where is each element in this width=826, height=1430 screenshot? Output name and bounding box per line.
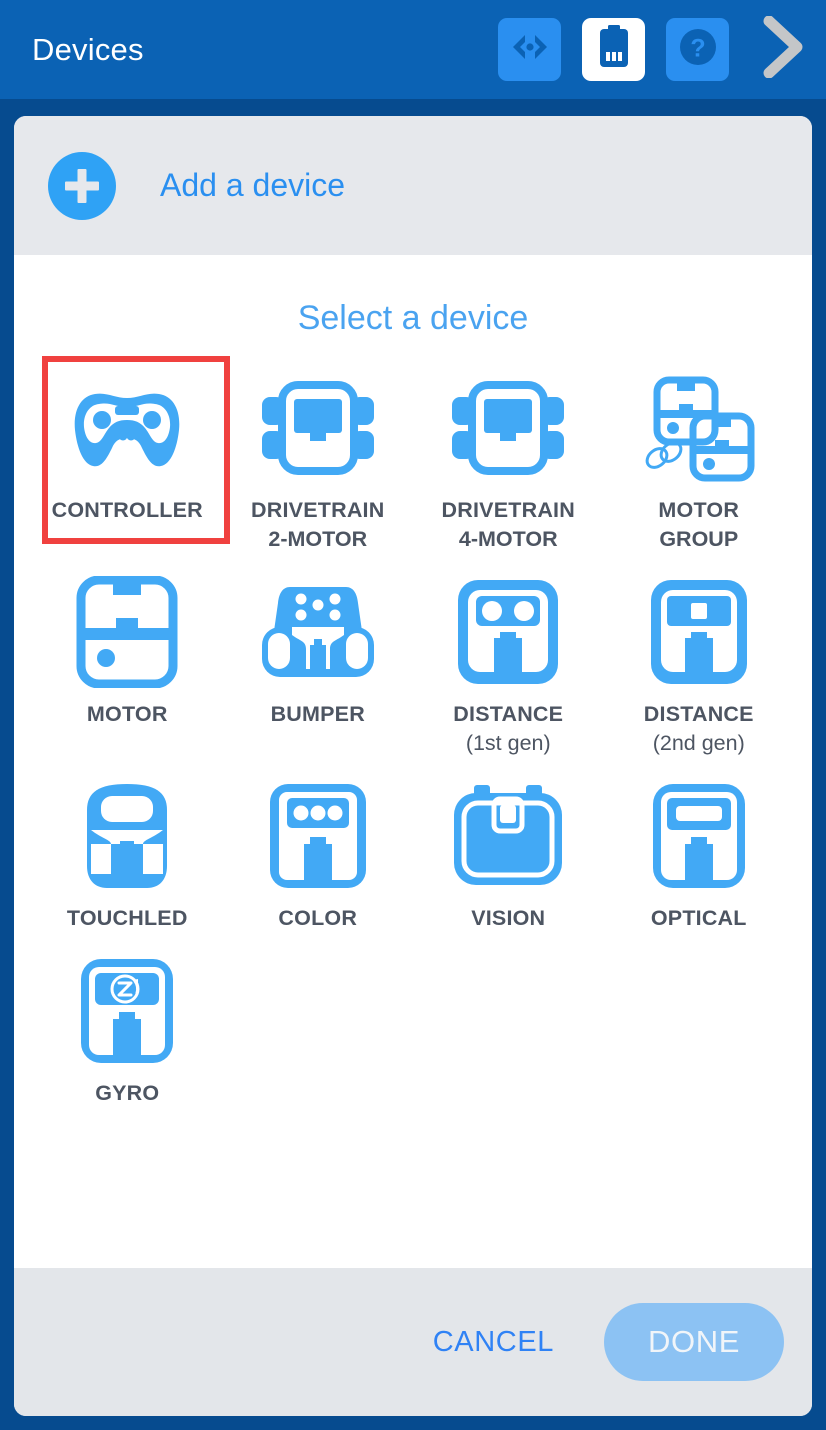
device-tile-label: MOTOR (86, 702, 168, 726)
controller-icon (69, 370, 185, 486)
help-button[interactable]: ? (666, 18, 729, 81)
device-tile-optical[interactable]: OPTICAL (604, 764, 795, 939)
next-button[interactable] (756, 15, 810, 83)
device-tile-label: DRIVETRAIN (251, 498, 385, 522)
device-tile-sublabel: (1st gen) (465, 731, 551, 755)
device-tile-label: CONTROLLER (51, 498, 203, 522)
device-tile-label: DRIVETRAIN (441, 498, 575, 522)
device-tile-label: DISTANCE (643, 702, 754, 726)
battery-status-button[interactable] (582, 18, 645, 81)
device-tile-label: GYRO (95, 1081, 160, 1105)
device-picker-body: Select a device CONTROLLER DRIVETRAIN 2-… (14, 255, 812, 1268)
dialog-footer: CANCEL DONE (14, 1268, 812, 1416)
done-button[interactable]: DONE (604, 1303, 784, 1381)
device-tile-drivetrain-4motor[interactable]: DRIVETRAIN 4-MOTOR (413, 356, 604, 560)
device-tile-sublabel: 4-MOTOR (458, 527, 558, 551)
cancel-button[interactable]: CANCEL (419, 1316, 568, 1369)
plus-icon[interactable] (48, 151, 116, 220)
code-brackets-icon (510, 32, 550, 67)
header-actions: ? (498, 15, 810, 83)
add-a-device-label: Add a device (160, 167, 346, 203)
device-tile-bumper[interactable]: BUMPER (223, 560, 414, 764)
device-tile-vision[interactable]: VISION (413, 764, 604, 939)
device-tile-motor[interactable]: MOTOR (32, 560, 223, 764)
motor-icon (69, 574, 185, 690)
drivetrain-4motor-icon (450, 370, 566, 486)
device-grid: CONTROLLER DRIVETRAIN 2-MOTOR DRIVETRAIN… (14, 356, 812, 1114)
app-header: Devices ? (0, 0, 826, 99)
bumper-icon (260, 574, 376, 690)
device-tile-color[interactable]: COLOR (223, 764, 414, 939)
add-device-dialog: Add a device Select a device CONTROLLER … (14, 116, 812, 1416)
motor-group-icon (641, 370, 757, 486)
device-tile-distance-1stgen[interactable]: DISTANCE (1st gen) (413, 560, 604, 764)
device-tile-label: OPTICAL (650, 906, 747, 930)
question-mark-icon: ? (677, 26, 719, 73)
optical-sensor-icon (641, 778, 757, 894)
device-tile-sublabel: (2nd gen) (652, 731, 745, 755)
add-a-device-row[interactable]: Add a device (14, 116, 812, 255)
color-sensor-icon (260, 778, 376, 894)
chevron-right-icon (761, 15, 805, 83)
device-tile-label: MOTOR (658, 498, 740, 522)
device-tile-sublabel: GROUP (659, 527, 739, 551)
distance-2ndgen-icon (641, 574, 757, 690)
device-tile-touchled[interactable]: TOUCHLED (32, 764, 223, 939)
device-tile-motor-group[interactable]: MOTOR GROUP (604, 356, 795, 560)
device-tile-gyro[interactable]: GYRO (32, 939, 223, 1114)
battery-icon (598, 25, 630, 74)
device-tile-drivetrain-2motor[interactable]: DRIVETRAIN 2-MOTOR (223, 356, 414, 560)
device-tile-sublabel: 2-MOTOR (268, 527, 368, 551)
vision-sensor-icon (450, 778, 566, 894)
drivetrain-2motor-icon (260, 370, 376, 486)
touchled-icon (69, 778, 185, 894)
distance-1stgen-icon (450, 574, 566, 690)
device-tile-label: COLOR (278, 906, 358, 930)
page-title: Devices (32, 31, 144, 67)
select-a-device-title: Select a device (297, 299, 529, 337)
gyro-sensor-icon (69, 953, 185, 1069)
code-view-button[interactable] (498, 18, 561, 81)
svg-text:?: ? (690, 35, 705, 63)
device-tile-controller[interactable]: CONTROLLER (32, 356, 230, 560)
device-tile-label: TOUCHLED (66, 906, 188, 930)
device-tile-label: VISION (471, 906, 546, 930)
device-tile-label: DISTANCE (453, 702, 564, 726)
device-tile-distance-2ndgen[interactable]: DISTANCE (2nd gen) (604, 560, 795, 764)
device-tile-label: BUMPER (270, 702, 365, 726)
